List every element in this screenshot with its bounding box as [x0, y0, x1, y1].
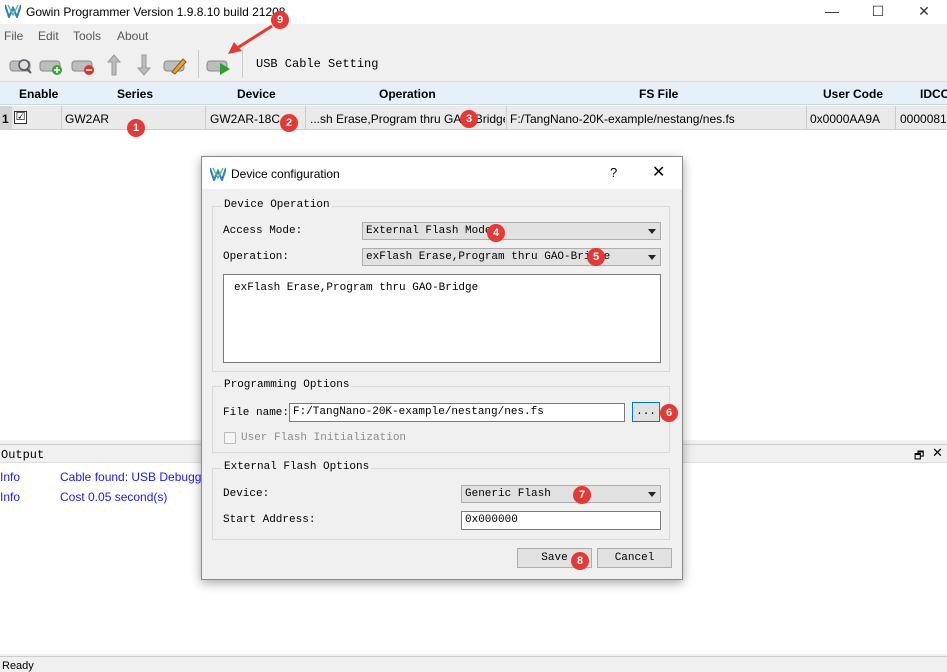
gowin-logo-icon [5, 4, 21, 18]
annotation-badge: 9 [271, 11, 289, 29]
remove-device-icon[interactable] [70, 52, 96, 78]
toolbar: USB Cable Setting [0, 46, 947, 82]
external-flash-title: External Flash Options [222, 461, 372, 473]
annotation-badge: 4 [487, 224, 505, 242]
window-title: Gowin Programmer Version 1.9.8.10 build … [26, 5, 286, 19]
move-down-icon[interactable] [131, 52, 157, 78]
start-address-input[interactable]: 0x000000 [461, 511, 661, 530]
access-mode-label: Access Mode: [223, 225, 303, 237]
user-flash-checkbox[interactable] [224, 432, 236, 444]
col-fs-file[interactable]: FS File [639, 87, 678, 101]
flash-device-value: Generic Flash [465, 488, 551, 500]
start-address-label: Start Address: [223, 514, 316, 526]
annotation-badge: 8 [571, 552, 589, 570]
operation-select[interactable]: exFlash Erase,Program thru GAO-Bridge [362, 248, 661, 266]
output-title: Output [1, 448, 45, 462]
cell-user-code: 0x0000AA9A [810, 112, 881, 126]
col-device[interactable]: Device [237, 87, 276, 101]
file-name-input[interactable]: F:/TangNano-20K-example/nestang/nes.fs [289, 403, 625, 422]
log-message: Cable found: USB Debugg [60, 470, 202, 484]
enable-checkbox[interactable]: ☑ [14, 111, 27, 124]
col-operation[interactable]: Operation [379, 87, 436, 101]
menu-bar: File Edit Tools About [0, 26, 947, 46]
browse-button[interactable]: ... [632, 402, 660, 422]
annotation-badge: 1 [127, 119, 145, 137]
cell-idcode: 0000081B [900, 112, 947, 126]
programming-options-title: Programming Options [222, 379, 352, 391]
annotation-badge: 3 [460, 110, 478, 128]
usb-cable-setting[interactable]: USB Cable Setting [256, 57, 378, 71]
file-name-label: File name: [223, 407, 290, 419]
toolbar-separator [198, 50, 199, 78]
cancel-button[interactable]: Cancel [597, 548, 672, 568]
flash-device-label: Device: [223, 488, 270, 500]
operation-value: exFlash Erase,Program thru GAO-Bridge [366, 251, 611, 263]
chevron-down-icon [648, 255, 656, 260]
dialog-close-button[interactable]: ✕ [652, 162, 665, 182]
cell-series: GW2AR [65, 112, 110, 126]
close-button[interactable]: ✕ [901, 0, 947, 24]
dialog-title-bar: Device configuration ? ✕ [202, 157, 682, 189]
menu-about[interactable]: About [117, 29, 148, 43]
menu-edit[interactable]: Edit [38, 29, 59, 43]
move-up-icon[interactable] [101, 52, 127, 78]
annotation-badge: 7 [573, 486, 591, 504]
cell-fs-file: F:/TangNano-20K-example/nestang/nes.fs [510, 112, 735, 126]
operation-description-box: exFlash Erase,Program thru GAO-Bridge [223, 274, 661, 363]
col-user-code[interactable]: User Code [823, 87, 883, 101]
status-bar: Ready [0, 656, 947, 672]
scan-device-icon[interactable] [8, 52, 34, 78]
operation-label: Operation: [223, 251, 290, 263]
menu-file[interactable]: File [4, 29, 23, 43]
file-name-value: F:/TangNano-20K-example/nestang/nes.fs [293, 406, 544, 418]
annotation-badge: 2 [280, 114, 298, 132]
log-level: Info [0, 490, 21, 504]
device-operation-title: Device Operation [222, 199, 332, 211]
row-index: 1 [2, 112, 9, 126]
flash-device-select[interactable]: Generic Flash [461, 485, 661, 503]
status-text: Ready [2, 660, 34, 672]
gowin-logo-icon [210, 167, 226, 181]
table-header: Enable Series Device Operation FS File U… [0, 83, 947, 105]
col-idcode[interactable]: IDCO [920, 87, 947, 101]
chevron-down-icon [648, 229, 656, 234]
cell-device: GW2AR-18C [210, 112, 281, 126]
help-button[interactable]: ? [610, 165, 617, 180]
log-level: Info [0, 470, 21, 484]
restore-panel-icon[interactable]: 🗗 [914, 447, 924, 466]
col-enable[interactable]: Enable [19, 87, 58, 101]
device-configuration-dialog: Device configuration ? ✕ Device Operatio… [201, 156, 683, 580]
operation-description: exFlash Erase,Program thru GAO-Bridge [234, 282, 479, 294]
title-bar: Gowin Programmer Version 1.9.8.10 build … [0, 0, 947, 24]
chevron-down-icon [648, 492, 656, 497]
access-mode-value: External Flash Mode [366, 225, 492, 237]
annotation-badge: 6 [660, 404, 678, 422]
access-mode-select[interactable]: External Flash Mode [362, 222, 661, 240]
annotation-badge: 5 [587, 248, 605, 266]
menu-tools[interactable]: Tools [73, 29, 101, 43]
maximize-button[interactable]: ☐ [855, 0, 901, 24]
log-message: Cost 0.05 second(s) [60, 490, 168, 504]
dialog-title: Device configuration [231, 167, 340, 181]
user-flash-label: User Flash Initialization [241, 432, 407, 444]
col-series[interactable]: Series [117, 87, 153, 101]
close-panel-icon[interactable]: ✕ [932, 445, 943, 461]
add-device-icon[interactable] [38, 52, 64, 78]
edit-config-icon[interactable] [162, 52, 188, 78]
minimize-button[interactable]: — [809, 0, 855, 24]
start-address-value: 0x000000 [465, 514, 518, 526]
